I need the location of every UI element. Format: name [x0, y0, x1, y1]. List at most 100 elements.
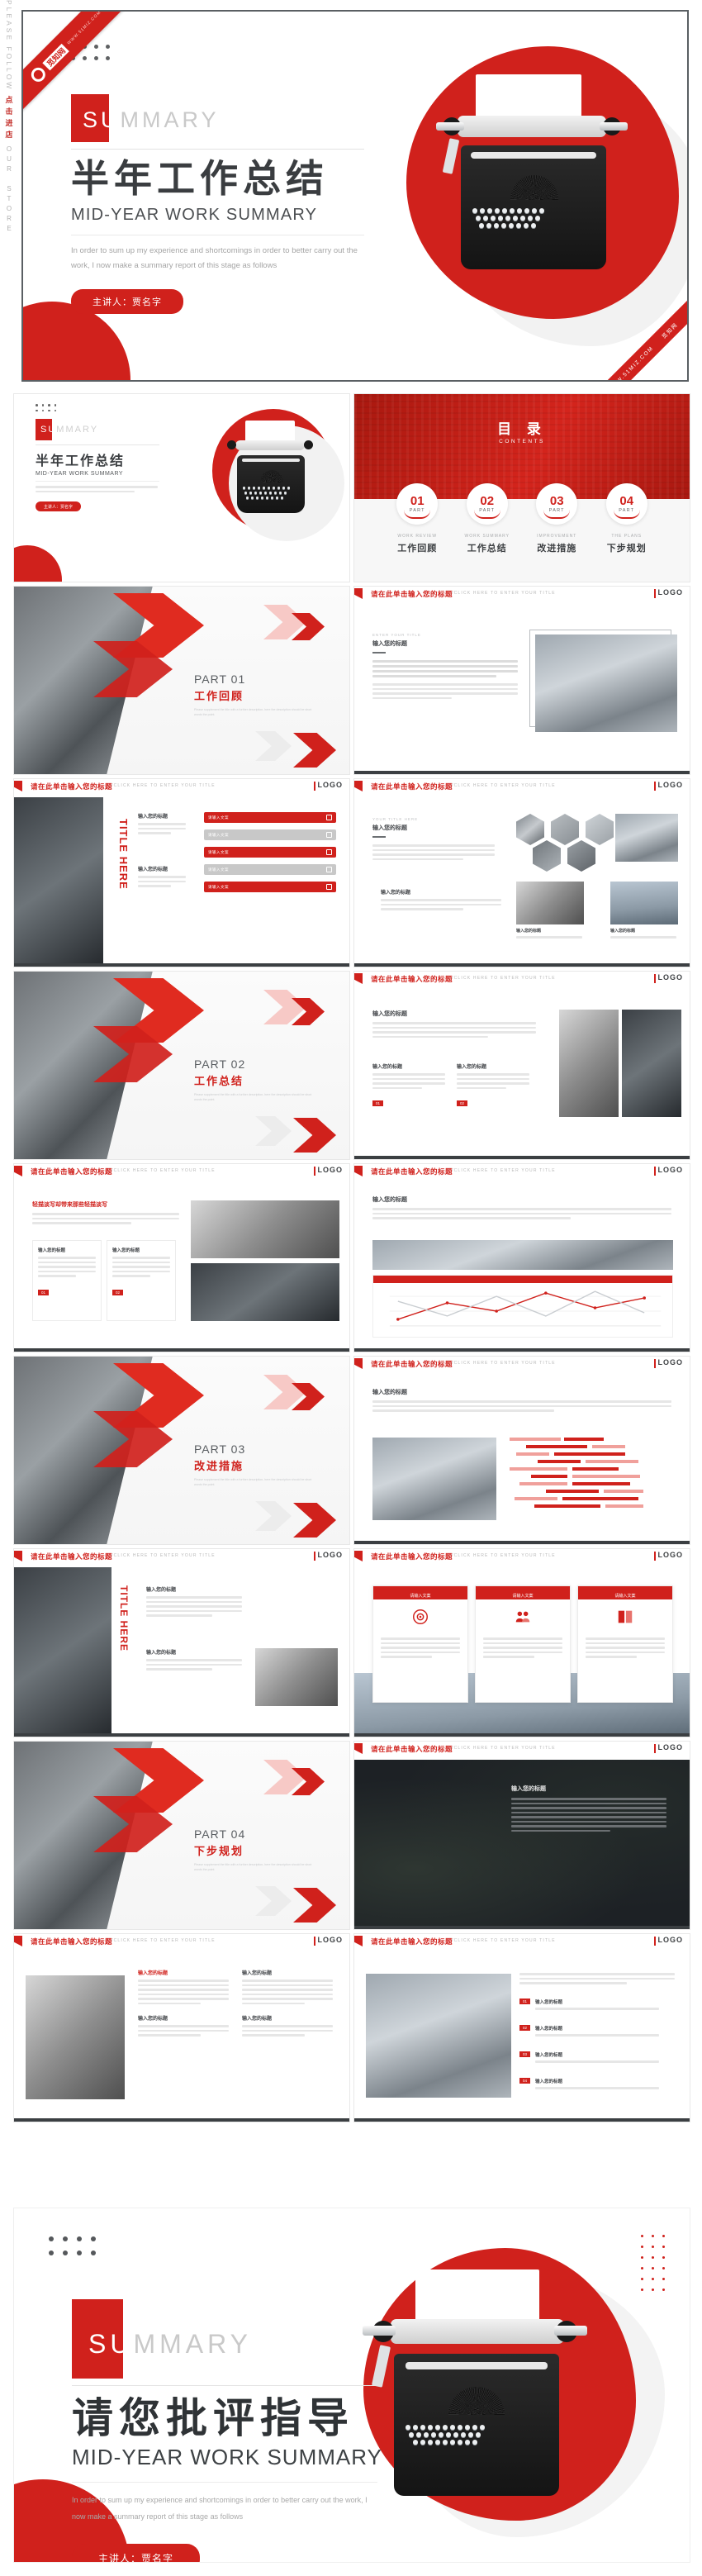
- numbered-list-item: 04 输入您的标题: [519, 2078, 676, 2092]
- icon-card[interactable]: 请输入文案: [372, 1585, 468, 1703]
- thumb-two-column-photos[interactable]: 请在此单击输入您的标题 /CLICK HERE TO ENTER YOUR TI…: [353, 971, 690, 1160]
- typewriter-roller: [458, 116, 606, 137]
- placeholder-title-cn: 输入您的标题: [138, 815, 168, 820]
- cover-speaker-button[interactable]: 主讲人：贾名字: [71, 288, 183, 314]
- slide-footer-bar: [354, 2118, 690, 2122]
- chevron-gray-icon: [255, 1501, 292, 1531]
- thumb-row-9: 请在此单击输入您的标题 /CLICK HERE TO ENTER YOUR TI…: [13, 1933, 690, 2122]
- slide-header: 请在此单击输入您的标题 /CLICK HERE TO ENTER YOUR TI…: [354, 779, 690, 797]
- part-number: PART 01: [194, 673, 246, 686]
- typewriter-roller: [391, 2319, 564, 2344]
- header-accent-icon: [354, 973, 363, 984]
- part-note: Please supplement the title with a furth…: [194, 1478, 312, 1487]
- closing-text-block: SUMMARY 请您批评指导 MID-YEAR WORK SUMMARY In …: [72, 2299, 402, 2562]
- part-title-cn: 改进措施: [194, 1460, 244, 1472]
- toc-item-cn: 下步规划: [606, 544, 647, 554]
- part-divider-text: PART 04 下步规划 Please supplement the title…: [194, 1827, 343, 1873]
- typewriter-top-bar: [471, 152, 596, 159]
- slide-footer-bar: [354, 1733, 690, 1737]
- thumb-part-03-divider[interactable]: PART 03 改进措施 Please supplement the title…: [13, 1356, 350, 1545]
- thumb-table-of-contents[interactable]: 目 录 CONTENTS 01 PART WORK REVIEW 工作回顾 02…: [353, 393, 690, 582]
- thumb-part-04-divider[interactable]: PART 04 下步规划 Please supplement the title…: [13, 1741, 350, 1930]
- card-chip-label: 请输入文案: [614, 1594, 636, 1599]
- thumb-part-01-divider[interactable]: PART 01 工作回顾 Please supplement the title…: [13, 586, 350, 775]
- slide-header-title: 请在此单击输入您的标题: [31, 1552, 113, 1561]
- thumb-photo-numbered-list[interactable]: 请在此单击输入您的标题 /CLICK HERE TO ENTER YOUR TI…: [353, 1933, 690, 2122]
- typewriter-keys: [472, 208, 544, 228]
- toc-item[interactable]: 03 PART IMPROVEMENT 改进措施: [527, 483, 586, 554]
- thumb-cover-subtitle: MID-YEAR WORK SUMMARY: [36, 471, 124, 477]
- placeholder-title-cn: 输入您的标题: [457, 1065, 487, 1070]
- thumb-line-chart-slide[interactable]: 请在此单击输入您的标题 /CLICK HERE TO ENTER YOUR TI…: [353, 1163, 690, 1352]
- typewriter-right-arm: [600, 122, 628, 131]
- slide-footer-bar: [14, 963, 349, 967]
- input-button[interactable]: 请输入文案: [204, 847, 336, 858]
- card-chip-label: 请输入文案: [410, 1594, 431, 1599]
- thumb-text-photo-mix[interactable]: 请在此单击输入您的标题 /CLICK HERE TO ENTER YOUR TI…: [13, 1163, 350, 1352]
- icon-card[interactable]: 请输入文案: [577, 1585, 673, 1703]
- closing-speaker-button[interactable]: 主讲人：贾名字: [72, 2543, 201, 2562]
- toc-number: 01: [410, 494, 425, 508]
- content-photo: [372, 1438, 496, 1520]
- thumb-hexagon-gallery[interactable]: 请在此单击输入您的标题 /CLICK HERE TO ENTER YOUR TI…: [353, 778, 690, 967]
- thumb-dark-quote-slide[interactable]: 请在此单击输入您的标题 /CLICK HERE TO ENTER YOUR TI…: [353, 1741, 690, 1930]
- chart-card[interactable]: 数据标题: [372, 1275, 673, 1338]
- info-card[interactable]: 输入您的标题 02: [107, 1240, 176, 1321]
- thumb-building-text-slide[interactable]: 请在此单击输入您的标题 /CLICK HERE TO ENTER YOUR TI…: [13, 1933, 350, 2122]
- line-chart-svg: [389, 1290, 662, 1327]
- input-button[interactable]: 请输入文案: [204, 864, 336, 875]
- header-accent-icon: [14, 1166, 22, 1176]
- icon-card[interactable]: 请输入文案: [475, 1585, 571, 1703]
- slide-footer-bar: [354, 963, 690, 967]
- toc-item[interactable]: 01 PART WORK REVIEW 工作回顾: [387, 483, 447, 554]
- closing-slide[interactable]: SUMMARY 请您批评指导 MID-YEAR WORK SUMMARY In …: [13, 2208, 690, 2563]
- toc-part-label: PART: [548, 508, 565, 513]
- thumb-part-02-divider[interactable]: PART 02 工作总结 Please supplement the title…: [13, 971, 350, 1160]
- badge-number: 02: [112, 1289, 124, 1295]
- vertical-title-here: TITLE HERE: [117, 819, 130, 890]
- toc-item-list: 01 PART WORK REVIEW 工作回顾 02 PART WORK SU…: [354, 483, 690, 554]
- input-button[interactable]: 请输入文案: [204, 882, 336, 892]
- closing-subtitle: MID-YEAR WORK SUMMARY: [72, 2445, 382, 2469]
- thumb-row-4: PART 02 工作总结 Please supplement the title…: [13, 971, 690, 1160]
- badge-number: 01: [38, 1289, 50, 1295]
- night-city-photo: [14, 797, 103, 965]
- toc-circle: 01 PART: [396, 483, 439, 525]
- slide-header: 请在此单击输入您的标题 /CLICK HERE TO ENTER YOUR TI…: [354, 1549, 690, 1567]
- placeholder-title-cn: 输入您的标题: [381, 891, 411, 896]
- toc-title-en: CONTENTS: [499, 439, 545, 444]
- summary-badge: SUMMARY: [72, 2299, 402, 2379]
- slide-header-title: 请在此单击输入您的标题: [31, 1937, 113, 1946]
- placeholder-title-cn: 输入您的标题: [372, 641, 407, 647]
- slide-header-subtitle: /CLICK HERE TO ENTER YOUR TITLE: [452, 1361, 556, 1366]
- toc-number: 02: [480, 494, 495, 508]
- input-button[interactable]: 请输入文案: [204, 812, 336, 823]
- slide-header-subtitle: /CLICK HERE TO ENTER YOUR TITLE: [452, 591, 556, 596]
- summary-badge-text: SUMMARY: [83, 107, 220, 132]
- cover-slide[interactable]: SUMMARY 半年工作总结 MID-YEAR WORK SUMMARY In …: [21, 10, 689, 382]
- info-card[interactable]: 输入您的标题 01: [32, 1240, 102, 1321]
- toc-item[interactable]: 02 PART WORK SUMMARY 工作总结: [458, 483, 517, 554]
- slide-header: 请在此单击输入您的标题 /CLICK HERE TO ENTER YOUR TI…: [354, 1164, 690, 1182]
- cover-canvas: SUMMARY 半年工作总结 MID-YEAR WORK SUMMARY In …: [23, 12, 687, 380]
- header-accent-icon: [14, 1936, 22, 1946]
- placeholder-title-cn: 输入您的标题: [138, 867, 168, 872]
- thumb-buttons-list[interactable]: 请在此单击输入您的标题 /CLICK HERE TO ENTER YOUR TI…: [13, 778, 350, 967]
- closing-paragraph: In order to sum up my experience and sho…: [72, 2496, 368, 2521]
- slide-footer-bar: [354, 1926, 690, 1929]
- ppt-template-preview-page: PLEASE FOLLOW 点击进店 OUR STORE SUMMARY 半年工…: [0, 0, 702, 2576]
- thumb-three-icon-cards[interactable]: 请在此单击输入您的标题 /CLICK HERE TO ENTER YOUR TI…: [353, 1548, 690, 1737]
- placeholder-title-cn: 输入您的标题: [535, 2000, 563, 2005]
- toc-circle: 04 PART: [605, 483, 647, 525]
- thumb-cover-mini[interactable]: SUMMARY 半年工作总结 MID-YEAR WORK SUMMARY 主讲人…: [13, 393, 350, 582]
- thumb-content-image-right[interactable]: 请在此单击输入您的标题 /CLICK HERE TO ENTER YOUR TI…: [353, 586, 690, 775]
- content-photo: [615, 814, 678, 862]
- slide-header: 请在此单击输入您的标题 /CLICK HERE TO ENTER YOUR TI…: [354, 1742, 690, 1760]
- input-button[interactable]: 请输入文案: [204, 829, 336, 840]
- thumb-gantt-slide[interactable]: 请在此单击输入您的标题 /CLICK HERE TO ENTER YOUR TI…: [353, 1356, 690, 1545]
- slide-header-title: 请在此单击输入您的标题: [371, 782, 453, 791]
- toc-item[interactable]: 04 PART THE PLANS 下步规划: [597, 483, 657, 554]
- ribbon-bottom-logo-icon: [652, 337, 663, 348]
- chevron-red-corner-icon: [293, 733, 336, 768]
- thumb-vertical-title-photo[interactable]: 请在此单击输入您的标题 /CLICK HERE TO ENTER YOUR TI…: [13, 1548, 350, 1737]
